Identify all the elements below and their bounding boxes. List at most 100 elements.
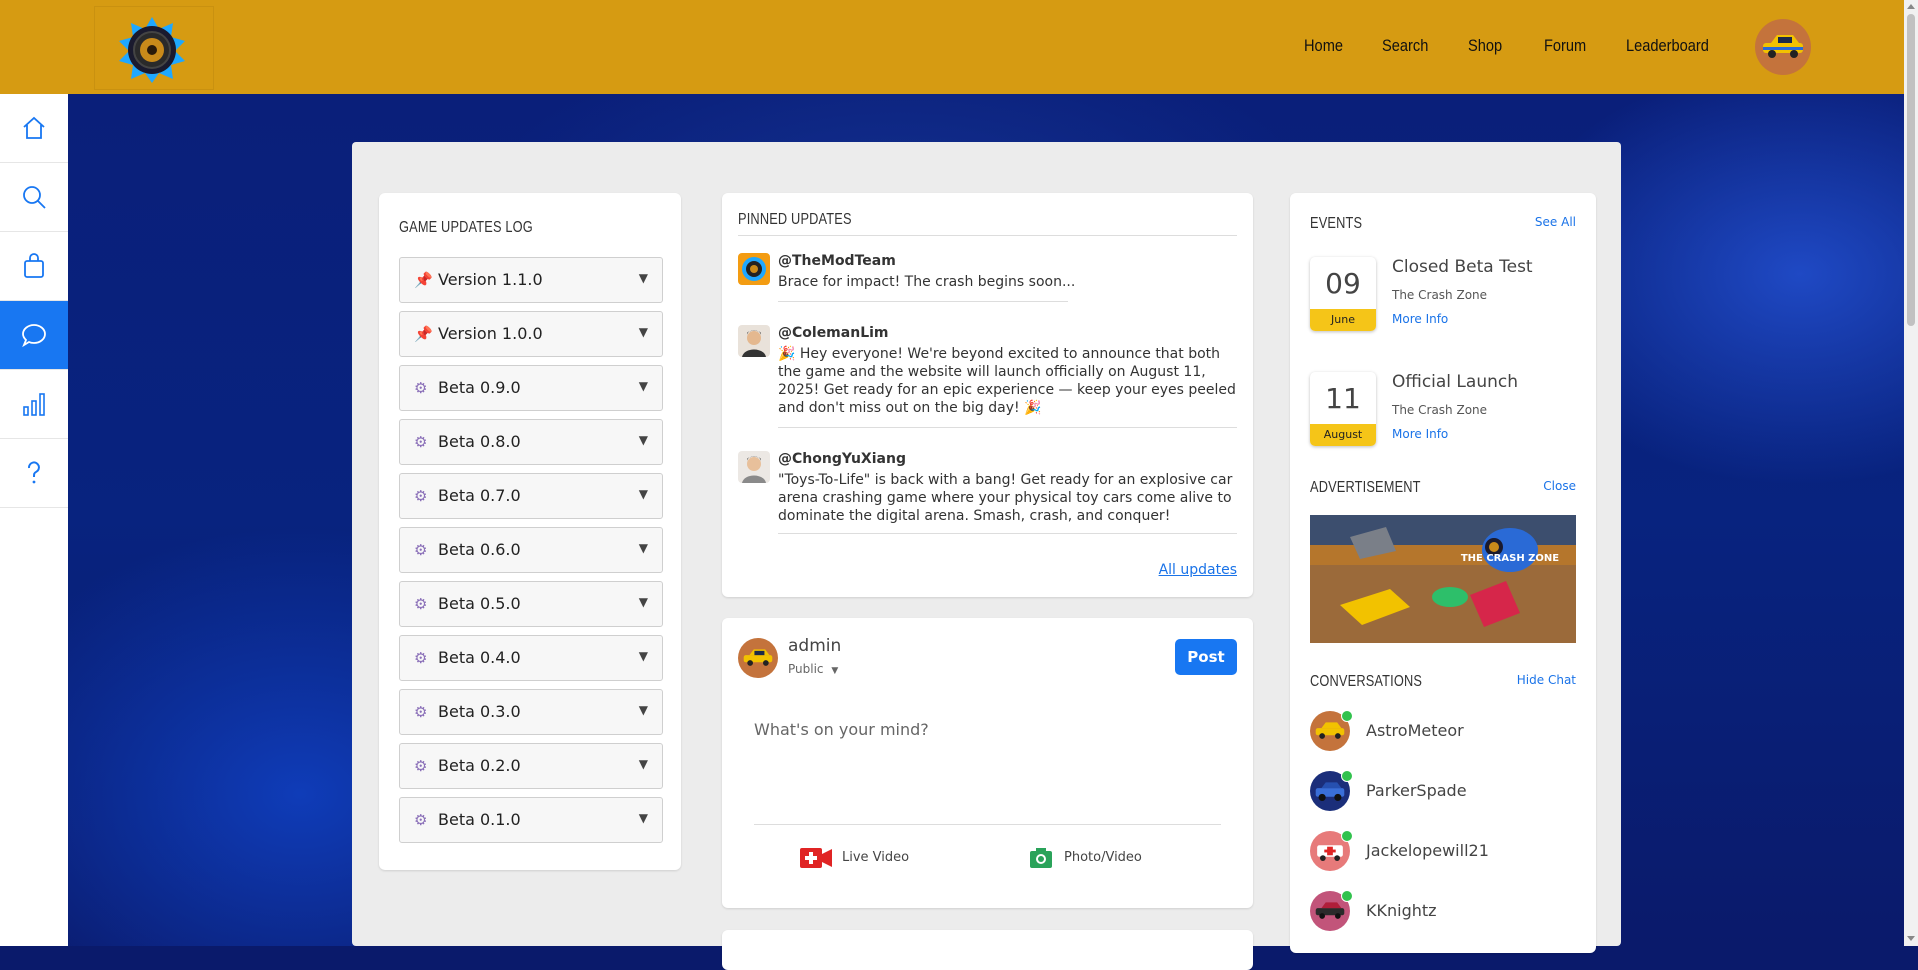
- nav-forum[interactable]: Forum: [1544, 36, 1586, 56]
- modteam-avatar: [738, 253, 770, 285]
- version-label: Beta 0.6.0: [438, 540, 521, 559]
- chevron-down-icon: ▼: [638, 379, 648, 393]
- right-column-card: EVENTS See All 09 June Closed Beta Test …: [1290, 193, 1596, 953]
- event-subtitle: The Crash Zone: [1392, 288, 1488, 302]
- search-icon: [23, 186, 46, 209]
- gear-icon: ⚙: [414, 433, 428, 451]
- crash-zone-logo-icon: [742, 257, 766, 281]
- chevron-down-icon: ▼: [638, 433, 648, 447]
- post-author[interactable]: @ColemanLim: [778, 325, 889, 341]
- post-author[interactable]: @TheModTeam: [778, 253, 896, 269]
- sidebar-item-search[interactable]: [0, 163, 68, 232]
- chevron-down-icon: ▼: [638, 703, 648, 717]
- sidebar-item-leaderboard[interactable]: [0, 370, 68, 439]
- version-label: Beta 0.4.0: [438, 648, 521, 667]
- version-accordion-item[interactable]: ⚙ Beta 0.3.0 ▼: [399, 689, 663, 735]
- version-accordion-item[interactable]: ⚙ Beta 0.7.0 ▼: [399, 473, 663, 519]
- nav-search[interactable]: Search: [1382, 36, 1428, 56]
- post-author[interactable]: @ChongYuXiang: [778, 451, 906, 467]
- ad-banner-text: THE CRASH ZONE: [1460, 553, 1560, 564]
- chat-icon: [22, 324, 46, 348]
- sidebar-item-help[interactable]: [0, 439, 68, 508]
- post-input[interactable]: What's on your mind?: [738, 698, 1237, 798]
- version-accordion-item[interactable]: 📌 Version 1.1.0 ▼: [399, 257, 663, 303]
- online-indicator: [1341, 710, 1353, 722]
- gear-icon: ⚙: [414, 541, 428, 559]
- conversation-name: ParkerSpade: [1366, 781, 1467, 800]
- photo-video-label: Photo/Video: [1064, 850, 1142, 865]
- event-month: August: [1310, 424, 1376, 446]
- crash-zone-logo-icon: [119, 17, 185, 83]
- bag-icon: [24, 253, 44, 278]
- main-panel: GAME UPDATES LOG 📌 Version 1.1.0 ▼ 📌 Version…: [352, 142, 1621, 970]
- event-date: 09 June: [1310, 257, 1376, 331]
- scrollbar-thumb[interactable]: [1907, 14, 1915, 326]
- more-info-link[interactable]: More Info: [1392, 427, 1448, 441]
- advertisement-banner[interactable]: THE CRASH ZONE: [1310, 515, 1576, 643]
- see-all-link[interactable]: See All: [1535, 215, 1576, 229]
- version-accordion-item[interactable]: ⚙ Beta 0.2.0 ▼: [399, 743, 663, 789]
- post-input-placeholder: What's on your mind?: [754, 720, 929, 739]
- nav-home[interactable]: Home: [1304, 36, 1343, 56]
- chevron-down-icon: ▼: [638, 325, 648, 339]
- gear-icon: ⚙: [414, 811, 428, 829]
- chevron-down-icon: ▼: [638, 649, 648, 663]
- version-accordion-item[interactable]: ⚙ Beta 0.9.0 ▼: [399, 365, 663, 411]
- close-ad-link[interactable]: Close: [1543, 479, 1576, 493]
- version-accordion-item[interactable]: ⚙ Beta 0.1.0 ▼: [399, 797, 663, 843]
- version-accordion-item[interactable]: ⚙ Beta 0.6.0 ▼: [399, 527, 663, 573]
- sidebar-item-forum[interactable]: [0, 301, 68, 370]
- game-ad-image: [1310, 515, 1576, 643]
- help-icon: [28, 461, 40, 484]
- conversation-name: KKnightz: [1366, 901, 1437, 920]
- visibility-select[interactable]: Public ▼: [788, 662, 838, 676]
- chevron-down-icon: ▼: [638, 271, 648, 285]
- post-button[interactable]: Post: [1175, 639, 1237, 675]
- event-title: Closed Beta Test: [1392, 257, 1533, 277]
- all-updates-link[interactable]: All updates: [1159, 562, 1237, 578]
- composer-username: admin: [788, 636, 842, 656]
- pinned-updates-card: PINNED UPDATES @TheModTeam Brace for imp…: [722, 193, 1253, 597]
- person-avatar-icon: [742, 456, 766, 483]
- divider: [778, 427, 1237, 428]
- user-avatar: [738, 638, 778, 678]
- event-day: 09: [1325, 267, 1361, 300]
- version-accordion-item[interactable]: 📌 Version 1.0.0 ▼: [399, 311, 663, 357]
- gear-icon: ⚙: [414, 703, 428, 721]
- scroll-down-icon[interactable]: [1907, 936, 1915, 941]
- feed-card: [722, 930, 1253, 970]
- scroll-up-icon[interactable]: [1907, 4, 1915, 9]
- logo[interactable]: [94, 6, 214, 90]
- pin-icon: 📌: [414, 271, 433, 289]
- hide-chat-link[interactable]: Hide Chat: [1517, 673, 1576, 687]
- live-video-icon: [800, 848, 832, 868]
- online-indicator: [1341, 770, 1353, 782]
- nav-leaderboard[interactable]: Leaderboard: [1626, 36, 1709, 56]
- pinned-post: @ChongYuXiang "Toys-To-Life" is back wit…: [738, 451, 1237, 541]
- version-accordion-item[interactable]: ⚙ Beta 0.8.0 ▼: [399, 419, 663, 465]
- left-sidebar: [0, 94, 68, 946]
- chevron-down-icon: ▼: [638, 595, 648, 609]
- version-accordion-item[interactable]: ⚙ Beta 0.5.0 ▼: [399, 581, 663, 627]
- top-header: Home Search Shop Forum Leaderboard: [0, 0, 1904, 94]
- chevron-down-icon: ▼: [831, 666, 839, 676]
- post-text: "Toys-To-Life" is back with a bang! Get …: [778, 472, 1233, 524]
- profile-avatar[interactable]: [1755, 19, 1811, 75]
- car-avatar-icon: [1763, 35, 1803, 58]
- sidebar-item-shop[interactable]: [0, 232, 68, 301]
- sidebar-item-home[interactable]: [0, 94, 68, 163]
- version-label: Beta 0.5.0: [438, 594, 521, 613]
- version-label: Beta 0.9.0: [438, 378, 521, 397]
- colemanlim-avatar: [738, 325, 770, 357]
- pinned-title: PINNED UPDATES: [738, 211, 852, 228]
- more-info-link[interactable]: More Info: [1392, 312, 1448, 326]
- event-title: Official Launch: [1392, 372, 1518, 392]
- page-scrollbar[interactable]: [1904, 0, 1918, 946]
- event-day: 11: [1325, 382, 1361, 415]
- version-accordion-item[interactable]: ⚙ Beta 0.4.0 ▼: [399, 635, 663, 681]
- nav-shop[interactable]: Shop: [1468, 36, 1502, 56]
- chevron-down-icon: ▼: [638, 541, 648, 555]
- car-avatar-icon: [743, 649, 773, 666]
- divider: [778, 301, 1068, 302]
- pin-icon: 📌: [414, 325, 433, 343]
